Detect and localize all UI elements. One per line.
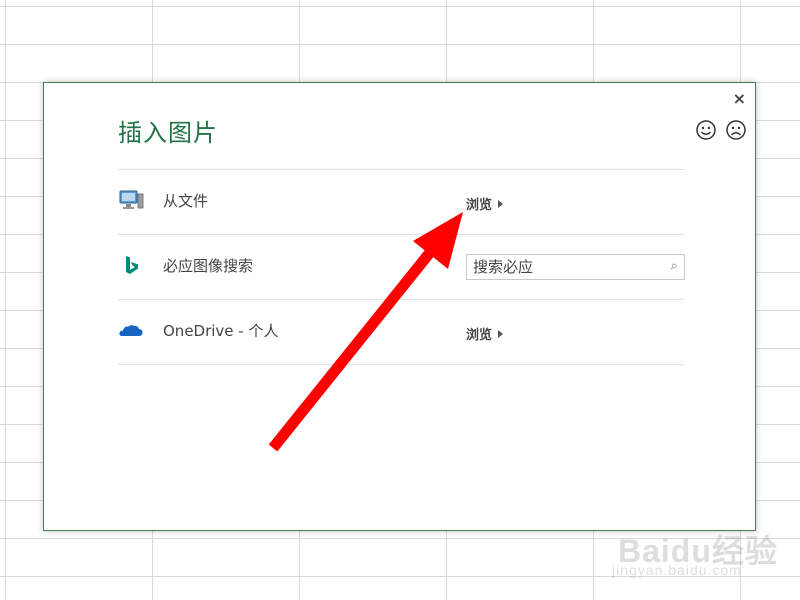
baidu-watermark: Baidu经验 jingyan.baidu.com: [610, 512, 790, 584]
bing-search-input[interactable]: [467, 257, 669, 277]
bing-icon: [126, 256, 138, 274]
from-file-label: 从文件: [163, 192, 209, 210]
source-list: 从文件 浏览 必应图像搜索 On: [118, 169, 685, 365]
browse-file-button[interactable]: 浏览: [466, 194, 504, 213]
computer-icon: [119, 190, 144, 209]
browse-onedrive-label: 浏览: [466, 328, 493, 343]
watermark-url: jingyan.baidu.com: [612, 562, 742, 578]
browse-file-label: 浏览: [466, 198, 493, 213]
list-item-from-file: 从文件 浏览: [118, 169, 684, 234]
browse-onedrive-button[interactable]: 浏览: [466, 324, 504, 343]
dialog-title: 插入图片: [118, 119, 218, 147]
bing-search-label: 必应图像搜索: [163, 257, 254, 275]
caret-right-icon: [498, 329, 504, 338]
caret-right-icon: [498, 199, 504, 208]
onedrive-cloud-icon: [119, 325, 143, 336]
bing-search-box: [466, 254, 685, 280]
list-item-bing-search: 必应图像搜索: [118, 234, 685, 299]
frown-icon[interactable]: [725, 119, 747, 141]
onedrive-label: OneDrive - 个人: [163, 322, 279, 340]
list-item-onedrive: OneDrive - 个人 浏览: [118, 299, 684, 365]
insert-picture-dialog: × 插入图片 从文件 浏览 必应图像搜索 搜索必应 OneDrive - 个人 …: [43, 82, 756, 531]
close-button[interactable]: ×: [733, 89, 746, 109]
smile-icon[interactable]: [695, 119, 717, 141]
feedback-buttons: [695, 119, 747, 141]
search-icon[interactable]: [669, 258, 678, 276]
